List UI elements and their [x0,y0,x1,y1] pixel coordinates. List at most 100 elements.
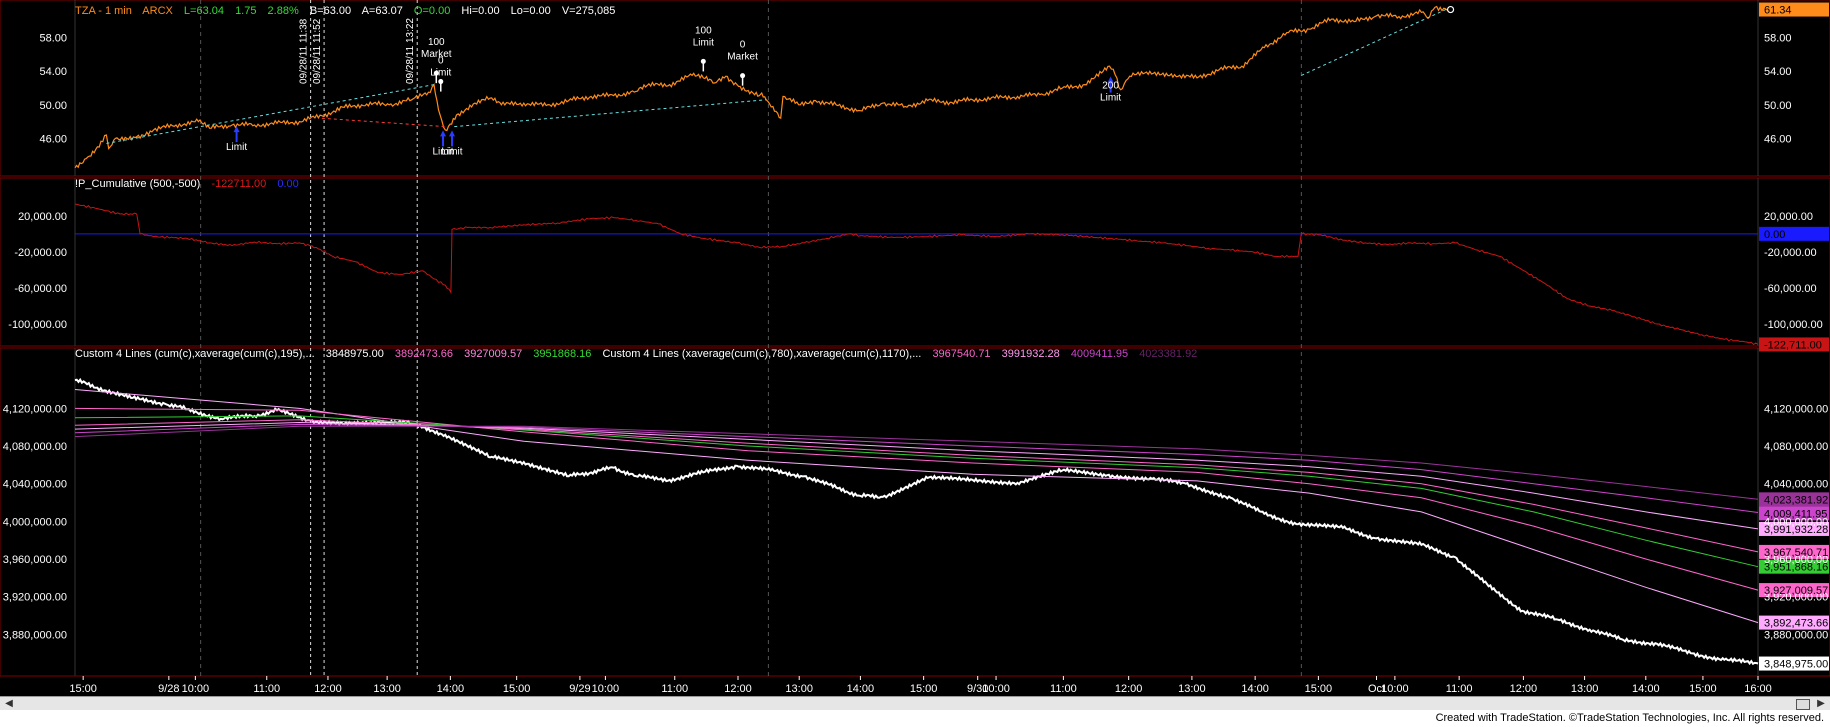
y-tick-left: 4,080,000.00 [3,441,67,453]
x-tick-label: 12:00 [314,683,342,695]
y-tick-left: 3,920,000.00 [3,592,67,604]
footer-copyright: Created with TradeStation. ©TradeStation… [1435,712,1824,724]
x-tick-label: 11:00 [1050,683,1077,695]
x-tick-label: 15:00 [1305,683,1333,695]
x-tick-label: 10:00 [982,683,1010,695]
order-qty: 0 [740,40,746,51]
y-tick-right: 58.00 [1764,33,1792,45]
order-type: Market [727,52,758,63]
x-tick-label: 12:00 [1115,683,1143,695]
panel3-v2: 3892473.66 [395,348,453,360]
y-tick-left: 3,960,000.00 [3,554,67,566]
y-tick-left: -20,000.00 [14,247,67,259]
panel3-v4: 3951868.16 [533,348,591,360]
panel1-header: TZA - 1 min ARCX L=63.04 1.75 2.88% B=63… [75,5,615,17]
panel2-value: -122711.00 [211,178,266,190]
y-tick-left: -100,000.00 [8,319,67,331]
sell-marker-head [740,73,746,79]
x-tick-label: 11:00 [1446,683,1473,695]
x-tick-label: 16:00 [1744,683,1772,695]
y-tick-left: 4,040,000.00 [3,479,67,491]
price-last-label: 61.34 [1764,5,1792,17]
order-qty: 200 [1102,81,1119,92]
y-tick-left: 20,000.00 [18,211,67,223]
x-tick-label: 14:00 [1632,683,1660,695]
sell-marker-head [700,58,706,64]
y-tick-left: 54.00 [39,66,67,78]
y-tick-right: 3,880,000.00 [1764,629,1828,641]
cum-last-label: 3,892,473.66 [1764,618,1828,630]
scroll-right-icon[interactable]: ▶ [1814,697,1828,711]
horizontal-scrollbar[interactable]: ◀ ▶ [0,696,1830,711]
header-ask: A=63.07 [362,5,403,17]
y-tick-right: -20,000.00 [1764,247,1817,259]
x-tick-label: 14:00 [437,683,465,695]
y-tick-right: 50.00 [1764,100,1792,112]
chart-canvas[interactable]: 46.00 46.00 50.00 50.00 54.00 54.00 58.00 58.00… [0,0,1830,696]
panel3-header: Custom 4 Lines (cum(c),xaverage(cum(c),1… [75,348,1197,360]
panel3-v5: 3967540.71 [932,348,990,360]
header-exchange: ARCX [142,5,173,17]
header-pct: 2.88% [268,5,299,17]
x-tick-label: 9/28 [158,683,179,695]
y-tick-left: 46.00 [39,133,67,145]
x-tick-label: 10:00 [1381,683,1409,695]
zero-label: 0.00 [1764,229,1785,241]
cumulative-last-label: -122,711.00 [1764,339,1822,351]
x-tick-label: 13:00 [1571,683,1599,695]
scroll-thumb[interactable] [1796,699,1810,710]
scroll-left-icon[interactable]: ◀ [2,697,16,711]
exit-circle [1446,5,1455,14]
panel3-v3: 3927009.57 [464,348,522,360]
x-tick-label: 10:00 [592,683,620,695]
y-tick-left: 50.00 [39,100,67,112]
cum-last-label: 4,023,381.92 [1764,494,1828,506]
y-tick-right: -100,000.00 [1764,319,1823,331]
x-tick-label: 11:00 [253,683,280,695]
x-tick-label: 15:00 [910,683,938,695]
vline-label: 09/28/11 13:22 [405,18,416,84]
sell-marker-head [438,79,444,85]
y-tick-left: -60,000.00 [14,283,67,295]
y-tick-left: 4,000,000.00 [3,516,67,528]
cum-last-label: 3,848,975.00 [1764,659,1828,671]
y-tick-right: 4,120,000.00 [1764,403,1828,415]
order-type: Limit [430,68,451,79]
y-tick-right: -60,000.00 [1764,283,1817,295]
panel3-v8: 4023381.92 [1139,348,1197,360]
panel3-v1: 3848975.00 [326,348,384,360]
header-open: O=0.00 [414,5,450,17]
order-qty: 100 [428,37,445,48]
y-tick-right: 46.00 [1764,133,1792,145]
header-change: 1.75 [235,5,256,17]
x-tick-label: 9/29 [569,683,590,695]
footer: Created with TradeStation. ©TradeStation… [0,710,1830,727]
y-tick-left: 58.00 [39,33,67,45]
vline-label: 09/28/11 11:52 [312,18,323,84]
order-type: Limit [226,142,247,153]
x-tick-label: 12:00 [724,683,752,695]
order-type: Limit [693,37,714,48]
header-symbol: TZA - 1 min [75,5,132,17]
panel3-v7: 4009411.95 [1071,348,1128,360]
y-tick-right: 4,080,000.00 [1764,441,1828,453]
panel3-v6: 3991932.28 [1002,348,1060,360]
cum-last-label: 4,009,411.95 [1764,508,1827,520]
x-tick-label: 11:00 [661,683,688,695]
panel2-header: !P_Cumulative (500,-500) -122711.00 0.00 [75,178,299,190]
order-type: Market [421,49,452,60]
cum-last-label: 3,951,868.16 [1764,562,1828,574]
x-tick-label: 10:00 [182,683,210,695]
panel2-name: !P_Cumulative (500,-500) [75,178,200,190]
order-qty: 0 [438,56,444,67]
x-tick-label: 15:00 [503,683,531,695]
cum-last-label: 3,967,540.71 [1764,547,1828,559]
y-tick-right: 54.00 [1764,66,1792,78]
vline-label: 09/28/11 11:38 [299,18,310,84]
x-tick-label: 13:00 [785,683,813,695]
x-tick-label: 13:00 [373,683,401,695]
cum-last-label: 3,927,009.57 [1764,585,1828,597]
cum-last-label: 3,991,932.28 [1764,524,1828,536]
order-type: Limit [441,146,462,157]
y-tick-left: 3,880,000.00 [3,629,67,641]
